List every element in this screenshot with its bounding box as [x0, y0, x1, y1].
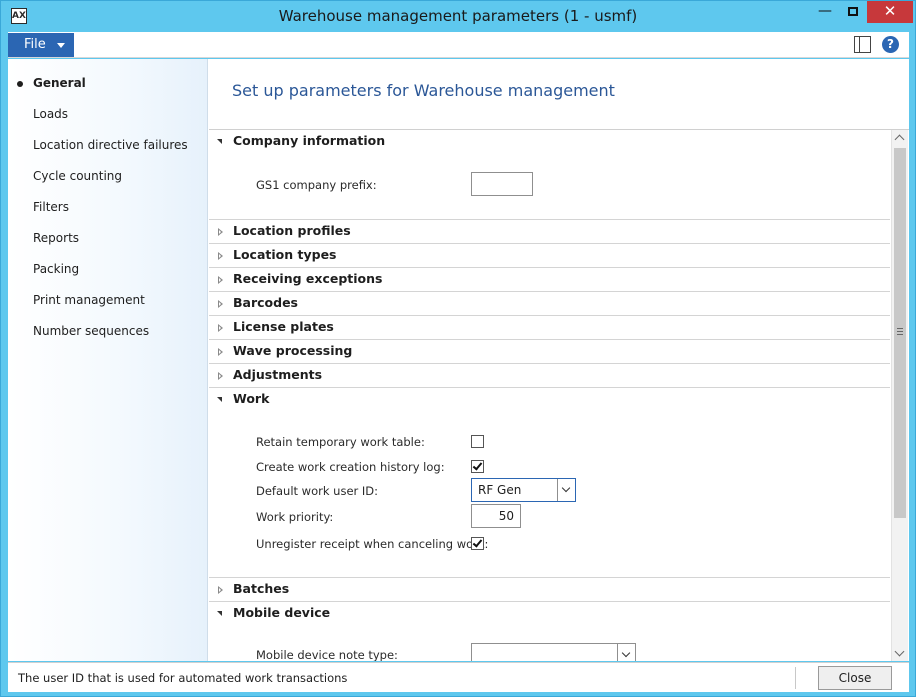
- form-area: Company information GS1 company prefix: …: [209, 130, 890, 661]
- fasttab-mobile-device[interactable]: Mobile device: [209, 602, 890, 626]
- caret-down-icon: [57, 43, 65, 48]
- nav-item-label: General: [33, 76, 86, 90]
- nav-item-print-management[interactable]: Print management: [33, 293, 145, 307]
- fasttab-label: Wave processing: [233, 343, 353, 358]
- fasttab-location-types[interactable]: Location types: [209, 244, 890, 268]
- expand-icon: [218, 372, 223, 380]
- fasttab-label: Company information: [233, 133, 386, 148]
- fasttab-batches[interactable]: Batches: [209, 578, 890, 602]
- fasttab-barcodes[interactable]: Barcodes: [209, 292, 890, 316]
- chevron-down-icon: [621, 648, 631, 658]
- default-work-user-label: Default work user ID:: [256, 484, 379, 498]
- nav-item-filters[interactable]: Filters: [33, 200, 69, 214]
- window: AX Warehouse management parameters (1 - …: [0, 0, 916, 697]
- scroll-thumb[interactable]: [894, 148, 906, 518]
- fasttab-label: License plates: [233, 319, 334, 334]
- fasttab-location-profiles[interactable]: Location profiles: [209, 220, 890, 244]
- fasttab-label: Adjustments: [233, 367, 323, 382]
- close-window-button[interactable]: ✕: [867, 1, 913, 23]
- fasttab-label: Work: [233, 391, 270, 406]
- expand-icon: [218, 228, 223, 236]
- work-priority-input[interactable]: 50: [471, 504, 521, 528]
- chevron-down-icon: [561, 483, 571, 493]
- fasttab-receiving-exceptions[interactable]: Receiving exceptions: [209, 268, 890, 292]
- gs1-prefix-input[interactable]: [471, 172, 533, 196]
- fasttab-wave-processing[interactable]: Wave processing: [209, 340, 890, 364]
- expand-icon: [218, 252, 223, 260]
- file-menu-button[interactable]: File: [8, 33, 74, 57]
- fasttab-label: Barcodes: [233, 295, 298, 310]
- navigation-pane: General Loads Location directive failure…: [8, 59, 208, 661]
- expand-icon: [218, 586, 223, 594]
- title-bar[interactable]: AX Warehouse management parameters (1 - …: [1, 1, 915, 31]
- checkmark-icon: [472, 460, 483, 471]
- window-title: Warehouse management parameters (1 - usm…: [278, 7, 638, 25]
- nav-item-reports[interactable]: Reports: [33, 231, 79, 245]
- status-text: The user ID that is used for automated w…: [18, 671, 348, 685]
- fasttab-license-plates[interactable]: License plates: [209, 316, 890, 340]
- nav-item-general[interactable]: General: [17, 76, 86, 90]
- create-history-log-label: Create work creation history log:: [256, 460, 445, 474]
- fasttab-label: Batches: [233, 581, 290, 596]
- expand-icon: [218, 324, 223, 332]
- retain-temp-work-table-checkbox[interactable]: [471, 435, 484, 448]
- collapse-icon: [217, 397, 222, 402]
- divider: [795, 667, 796, 689]
- fasttab-label: Receiving exceptions: [233, 271, 383, 286]
- expand-icon: [218, 348, 223, 356]
- minimize-button[interactable]: —: [811, 1, 839, 23]
- scroll-down-icon[interactable]: [894, 646, 905, 657]
- dropdown-button[interactable]: [557, 479, 575, 501]
- close-button[interactable]: Close: [818, 666, 892, 690]
- collapse-icon: [217, 139, 222, 144]
- bullet-icon: [17, 81, 23, 87]
- dropdown-button[interactable]: [617, 644, 635, 661]
- scroll-up-icon[interactable]: [894, 134, 905, 145]
- status-bar: The user ID that is used for automated w…: [8, 662, 909, 692]
- fasttab-company-information[interactable]: Company information: [209, 130, 890, 154]
- fasttab-work[interactable]: Work: [209, 388, 890, 412]
- vertical-scrollbar[interactable]: [891, 130, 908, 661]
- fasttab-label: Location types: [233, 247, 337, 262]
- expand-icon: [218, 300, 223, 308]
- nav-item-number-sequences[interactable]: Number sequences: [33, 324, 149, 338]
- fasttab-label: Location profiles: [233, 223, 351, 238]
- checkmark-icon: [472, 537, 483, 548]
- ribbon: File ?: [8, 32, 909, 58]
- grip-icon: [897, 328, 903, 329]
- unregister-receipt-checkbox[interactable]: [471, 537, 484, 550]
- retain-temp-work-table-label: Retain temporary work table:: [256, 435, 425, 449]
- maximize-icon: [848, 7, 858, 16]
- unregister-receipt-label: Unregister receipt when canceling work:: [256, 537, 489, 551]
- create-history-log-checkbox[interactable]: [471, 460, 484, 473]
- expand-icon: [218, 276, 223, 284]
- fasttab-label: Mobile device: [233, 605, 331, 620]
- maximize-button[interactable]: [839, 1, 867, 23]
- collapse-icon: [217, 611, 222, 616]
- nav-item-cycle-counting[interactable]: Cycle counting: [33, 169, 122, 183]
- mobile-note-type-label: Mobile device note type:: [256, 648, 398, 661]
- layout-icon[interactable]: [854, 36, 871, 53]
- page-title: Set up parameters for Warehouse manageme…: [232, 81, 615, 100]
- work-priority-label: Work priority:: [256, 510, 334, 524]
- mobile-note-type-select[interactable]: [471, 643, 636, 661]
- nav-item-loads[interactable]: Loads: [33, 107, 68, 121]
- default-work-user-select[interactable]: RF Gen: [471, 478, 576, 502]
- main-panel: Set up parameters for Warehouse manageme…: [209, 59, 909, 661]
- fasttab-adjustments[interactable]: Adjustments: [209, 364, 890, 388]
- help-icon[interactable]: ?: [882, 36, 899, 53]
- gs1-prefix-label: GS1 company prefix:: [256, 178, 377, 192]
- file-menu-label: File: [24, 37, 46, 52]
- default-work-user-value: RF Gen: [478, 483, 522, 497]
- nav-item-location-directive-failures[interactable]: Location directive failures: [33, 138, 188, 152]
- nav-item-packing[interactable]: Packing: [33, 262, 79, 276]
- content-area: General Loads Location directive failure…: [8, 59, 909, 661]
